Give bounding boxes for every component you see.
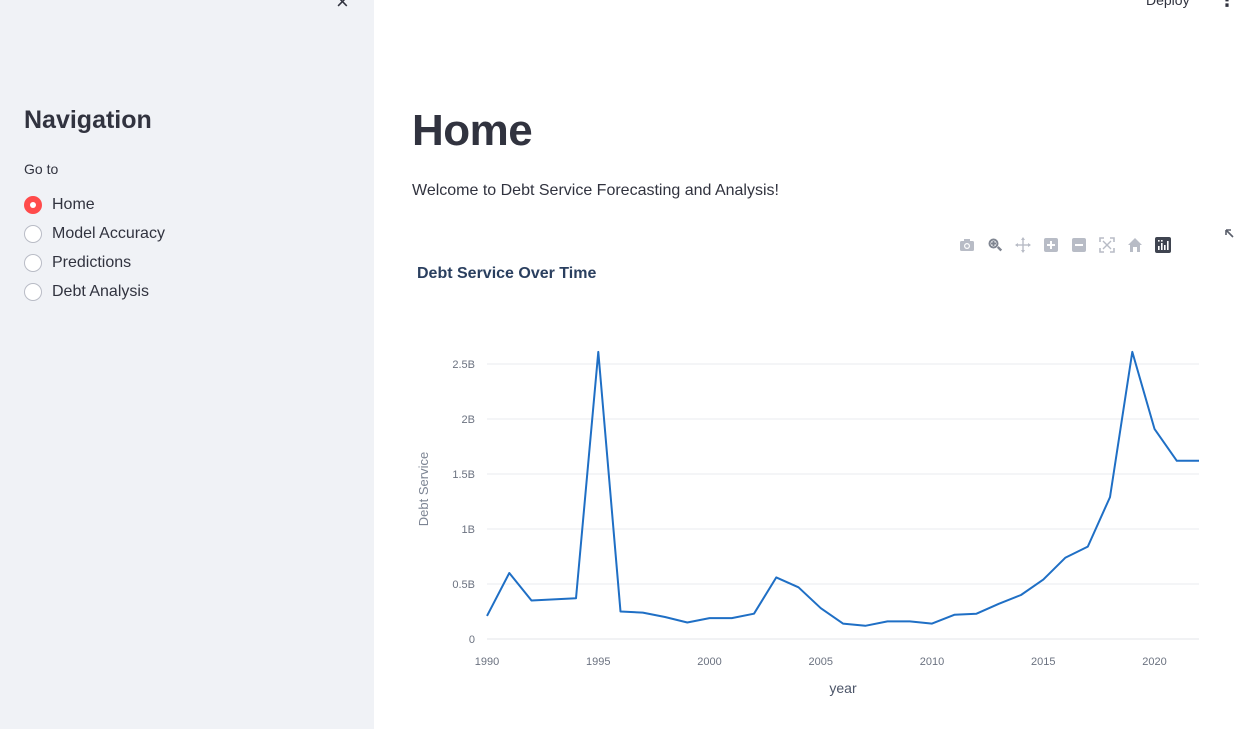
debt-service-line [486,350,1199,627]
x-tick-label: 2020 [1142,656,1166,668]
x-axis-label: year [829,680,857,696]
y-tick-label: 0 [469,634,475,646]
x-tick-label: 2010 [920,656,944,668]
y-tick-label: 2.5B [452,359,475,371]
x-tick-label: 2005 [809,656,833,668]
debt-service-chart: 0 0.5B 1B 1.5B 2B 2.5B 1990 1995 2000 2005 2010 20… [416,350,1199,696]
y-tick-label: 1.5B [452,469,475,481]
x-tick-label: 1995 [586,656,610,668]
y-tick-label: 2B [462,414,475,426]
x-tick-label: 2015 [1031,656,1055,668]
y-tick-label: 1B [462,524,475,536]
x-axis-ticks: 1990 1995 2000 2005 2010 2015 2020 [475,656,1167,668]
x-tick-label: 2000 [697,656,721,668]
x-tick-label: 1990 [475,656,499,668]
y-axis-ticks: 0 0.5B 1B 1.5B 2B 2.5B [452,359,475,646]
y-axis-label: Debt Service [416,452,431,526]
y-tick-label: 0.5B [452,579,475,591]
